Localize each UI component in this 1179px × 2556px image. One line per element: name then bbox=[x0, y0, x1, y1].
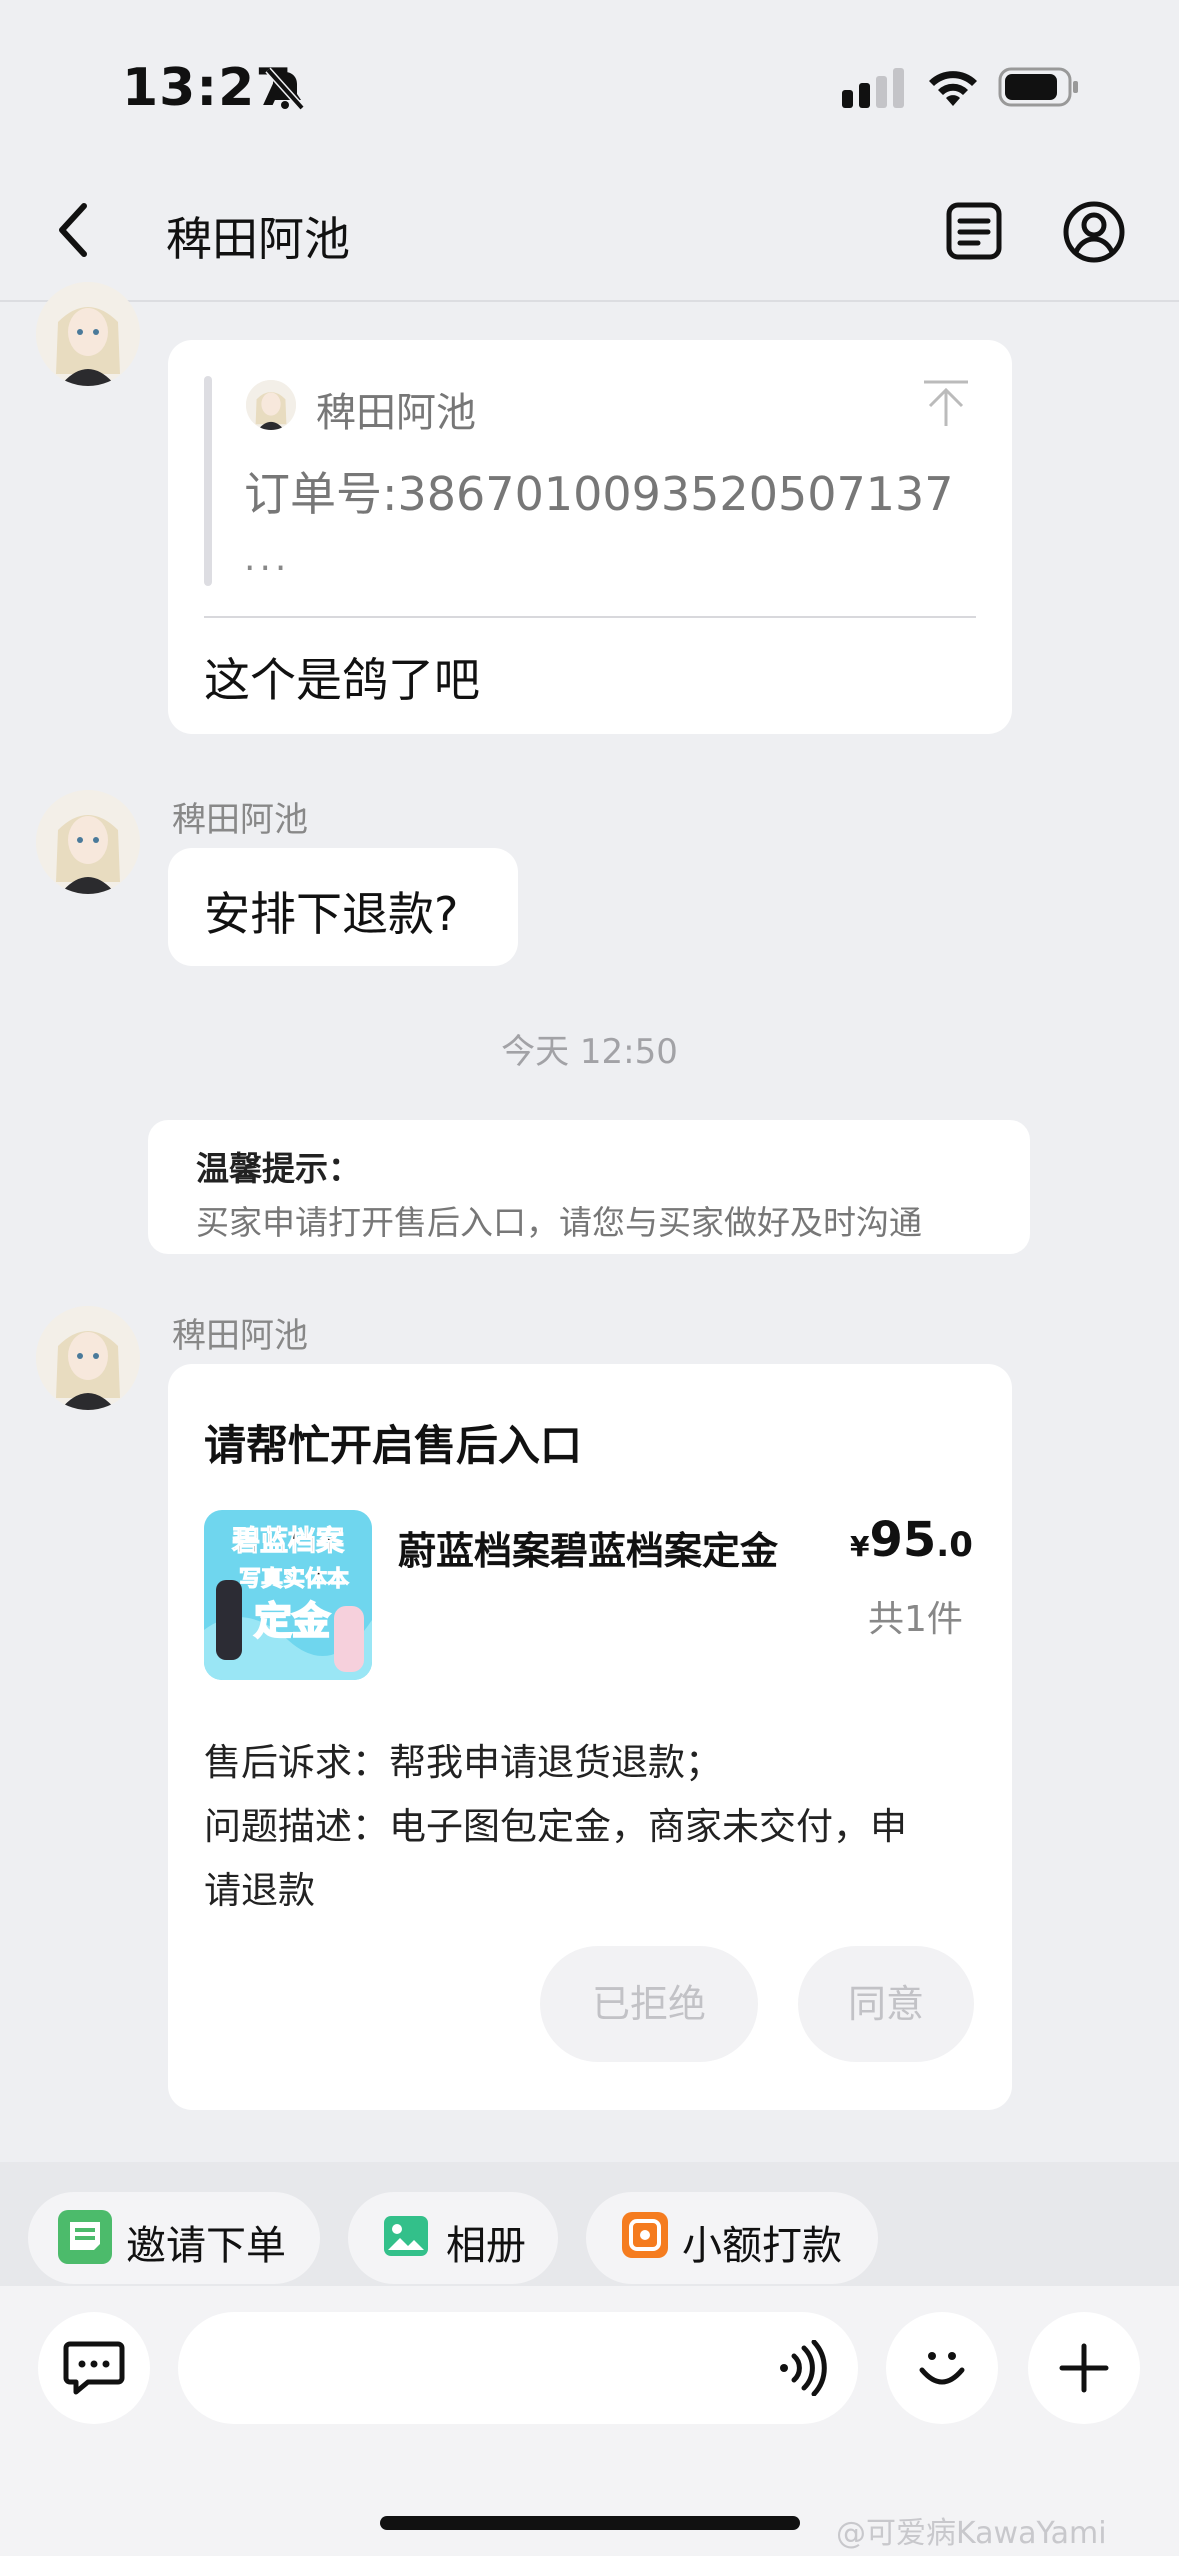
product-thumbnail-text: 碧蓝档案 bbox=[231, 1524, 345, 1557]
product-quantity: 共1件 bbox=[868, 1599, 963, 1640]
quoted-order-number: 订单号:3867010093520507137 bbox=[244, 467, 954, 521]
message-input[interactable] bbox=[178, 2312, 858, 2424]
plus-icon bbox=[1059, 2343, 1109, 2393]
price-integer: 95 bbox=[869, 1512, 937, 1568]
sender-avatar[interactable] bbox=[36, 1306, 140, 1410]
product-thumbnail-text: 定金 bbox=[254, 1598, 331, 1643]
user-profile-icon[interactable] bbox=[1062, 200, 1126, 264]
bell-muted-icon bbox=[265, 67, 305, 111]
watermark: @可爱病KawaYami bbox=[836, 2516, 1107, 2551]
quoted-sender-name: 稗田阿池 bbox=[316, 390, 476, 436]
avatar-image bbox=[36, 282, 140, 386]
cellular-signal-icon bbox=[842, 68, 904, 108]
chat-bubble-icon bbox=[63, 2341, 125, 2395]
payment-icon bbox=[622, 2212, 668, 2258]
avatar-image bbox=[36, 790, 140, 894]
quoted-avatar-image bbox=[246, 380, 296, 430]
scroll-to-quote-icon[interactable] bbox=[918, 376, 974, 432]
quoted-avatar bbox=[246, 380, 296, 430]
small-payment-label: 小额打款 bbox=[682, 2223, 842, 2269]
product-thumbnail[interactable]: 碧蓝档案 写真实体本 定金 bbox=[204, 1510, 372, 1680]
time-separator: 今天 12:50 bbox=[501, 1032, 678, 1072]
price-currency: ¥ bbox=[850, 1530, 870, 1563]
album-label: 相册 bbox=[446, 2223, 526, 2269]
rejected-button[interactable]: 已拒绝 bbox=[540, 1946, 758, 2062]
album-icon bbox=[384, 2216, 428, 2256]
after-sale-request: 售后诉求：帮我申请退货退款； bbox=[204, 1741, 722, 1784]
sender-name: 稗田阿池 bbox=[172, 1316, 308, 1356]
product-price: ¥95.0 bbox=[850, 1512, 973, 1568]
invite-order-icon bbox=[58, 2210, 112, 2264]
emoji-icon bbox=[919, 2352, 965, 2385]
quoted-ellipsis: ... bbox=[244, 538, 291, 579]
sender-avatar[interactable] bbox=[36, 282, 140, 386]
chat-title: 稗田阿池 bbox=[166, 212, 350, 266]
invite-order-label: 邀请下单 bbox=[126, 2223, 286, 2269]
message-text: 安排下退款? bbox=[204, 887, 459, 941]
avatar-image bbox=[36, 1306, 140, 1410]
issue-description: 问题描述：电子图包定金，商家未交付，申 bbox=[204, 1805, 907, 1848]
quote-bar bbox=[204, 376, 212, 586]
sender-avatar[interactable] bbox=[36, 790, 140, 894]
issue-description-cont: 请退款 bbox=[204, 1869, 315, 1912]
price-decimal: .0 bbox=[936, 1525, 973, 1565]
wifi-icon bbox=[929, 71, 977, 106]
agree-button[interactable]: 同意 bbox=[798, 1946, 974, 2062]
home-indicator bbox=[380, 2516, 800, 2530]
message-text: 这个是鸽了吧 bbox=[204, 653, 480, 707]
notice-body: 买家申请打开售后入口，请您与买家做好及时沟通 bbox=[196, 1203, 922, 1242]
battery-icon bbox=[998, 67, 1078, 107]
voice-input-icon[interactable] bbox=[776, 2340, 828, 2396]
after-sale-title: 请帮忙开启售后入口 bbox=[204, 1421, 583, 1470]
notice-title: 温馨提示： bbox=[196, 1149, 361, 1188]
sender-name: 稗田阿池 bbox=[172, 800, 308, 840]
product-thumbnail-text: 写真实体本 bbox=[239, 1566, 349, 1592]
product-name: 蔚蓝档案碧蓝档案定金 bbox=[398, 1529, 779, 1573]
quote-divider bbox=[204, 616, 976, 618]
back-arrow-icon[interactable] bbox=[52, 200, 96, 260]
order-list-icon[interactable] bbox=[944, 200, 1004, 262]
